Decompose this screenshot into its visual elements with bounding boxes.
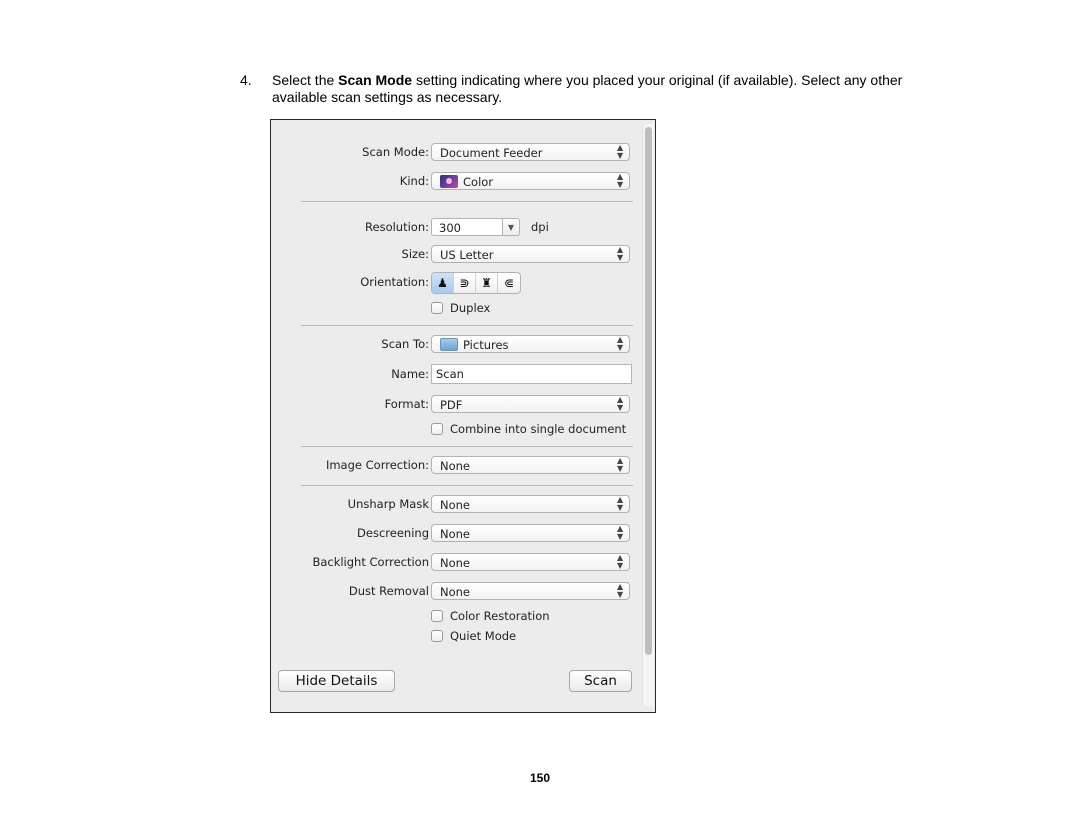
separator (301, 446, 633, 447)
kind-select[interactable]: Color ▲ ▼ (431, 172, 630, 190)
orientation-portrait-icon[interactable]: ♟ (432, 273, 454, 293)
descreening-label: Descreening (357, 526, 429, 540)
name-label: Name: (391, 367, 429, 381)
scan-settings-panel: Scan Mode: Document Feeder ▲ ▼ Kind: Colo… (270, 119, 656, 713)
separator (301, 325, 633, 326)
name-input[interactable]: Scan (431, 364, 632, 384)
dust-removal-label: Dust Removal (348, 584, 429, 598)
resolution-unit: dpi (531, 220, 549, 234)
folder-icon (440, 338, 458, 351)
resolution-input[interactable]: 300 (431, 218, 503, 236)
backlight-correction-select[interactable]: None ▲ ▼ (431, 553, 630, 571)
chevron-down-icon: ▼ (507, 223, 515, 232)
orientation-row: Orientation: ♟ ⋑ ♜ ⋐ (271, 272, 641, 294)
color-photo-icon (440, 175, 458, 188)
scan-to-label: Scan To: (381, 337, 429, 351)
image-correction-select[interactable]: None ▲ ▼ (431, 456, 630, 474)
image-correction-row: Image Correction: None ▲ ▼ (271, 456, 641, 476)
vertical-scrollbar[interactable] (642, 124, 654, 706)
popup-arrows-icon: ▲ ▼ (617, 582, 624, 599)
size-row: Size: US Letter ▲ ▼ (271, 245, 641, 265)
popup-arrows-icon: ▲ ▼ (617, 335, 624, 352)
kind-row: Kind: Color ▲ ▼ (271, 172, 641, 192)
descreening-select[interactable]: None ▲ ▼ (431, 524, 630, 542)
scrollbar-thumb[interactable] (645, 127, 652, 655)
separator (301, 201, 633, 202)
unsharp-mask-select[interactable]: None ▲ ▼ (431, 495, 630, 513)
orientation-upside-down-icon[interactable]: ♜ (476, 273, 498, 293)
popup-arrows-icon: ▲ ▼ (617, 245, 624, 262)
checkbox-icon[interactable] (431, 630, 443, 642)
checkbox-icon[interactable] (431, 302, 443, 314)
popup-arrows-icon: ▲ ▼ (617, 172, 624, 189)
orientation-rotate-right-icon[interactable]: ⋑ (454, 273, 476, 293)
separator (301, 485, 633, 486)
scan-button[interactable]: Scan (569, 670, 632, 692)
kind-label: Kind: (399, 174, 429, 188)
descreening-row: Descreening None ▲ ▼ (271, 524, 641, 544)
popup-arrows-icon: ▲ ▼ (617, 395, 624, 412)
resolution-label: Resolution: (365, 220, 429, 234)
resolution-combobox[interactable]: 300 ▼ dpi (431, 218, 549, 236)
orientation-segmented-control: ♟ ⋑ ♜ ⋐ (431, 272, 521, 294)
scan-mode-select[interactable]: Document Feeder ▲ ▼ (431, 143, 630, 161)
checkbox-icon[interactable] (431, 423, 443, 435)
popup-arrows-icon: ▲ ▼ (617, 524, 624, 541)
dust-removal-select[interactable]: None ▲ ▼ (431, 582, 630, 600)
image-correction-label: Image Correction: (325, 458, 429, 472)
backlight-correction-row: Backlight Correction None ▲ ▼ (271, 553, 641, 573)
orientation-label: Orientation: (360, 275, 429, 289)
step-number: 4. (240, 72, 252, 88)
scan-to-select[interactable]: Pictures ▲ ▼ (431, 335, 630, 353)
scan-mode-row: Scan Mode: Document Feeder ▲ ▼ (271, 143, 641, 163)
scan-to-row: Scan To: Pictures ▲ ▼ (271, 335, 641, 355)
unsharp-mask-row: Unsharp Mask None ▲ ▼ (271, 495, 641, 515)
dust-removal-row: Dust Removal None ▲ ▼ (271, 582, 641, 602)
name-row: Name: Scan (271, 364, 641, 384)
orientation-rotate-left-icon[interactable]: ⋐ (498, 273, 520, 293)
backlight-correction-label: Backlight Correction (312, 555, 429, 569)
format-row: Format: PDF ▲ ▼ (271, 395, 641, 415)
resolution-dropdown-button[interactable]: ▼ (502, 218, 520, 236)
format-select[interactable]: PDF ▲ ▼ (431, 395, 630, 413)
popup-arrows-icon: ▲ ▼ (617, 143, 624, 160)
checkbox-icon[interactable] (431, 610, 443, 622)
scan-mode-label: Scan Mode: (362, 145, 429, 159)
size-label: Size: (401, 247, 429, 261)
popup-arrows-icon: ▲ ▼ (617, 553, 624, 570)
unsharp-mask-label: Unsharp Mask (347, 497, 429, 511)
scan-mode-emphasis: Scan Mode (338, 72, 413, 88)
size-select[interactable]: US Letter ▲ ▼ (431, 245, 630, 263)
page-number: 150 (529, 771, 551, 785)
popup-arrows-icon: ▲ ▼ (617, 456, 624, 473)
hide-details-button[interactable]: Hide Details (278, 670, 395, 692)
step-text: Select the Scan Mode setting indicating … (272, 72, 903, 105)
popup-arrows-icon: ▲ ▼ (617, 495, 624, 512)
resolution-row: Resolution: 300 ▼ dpi (271, 218, 641, 238)
format-label: Format: (384, 397, 429, 411)
